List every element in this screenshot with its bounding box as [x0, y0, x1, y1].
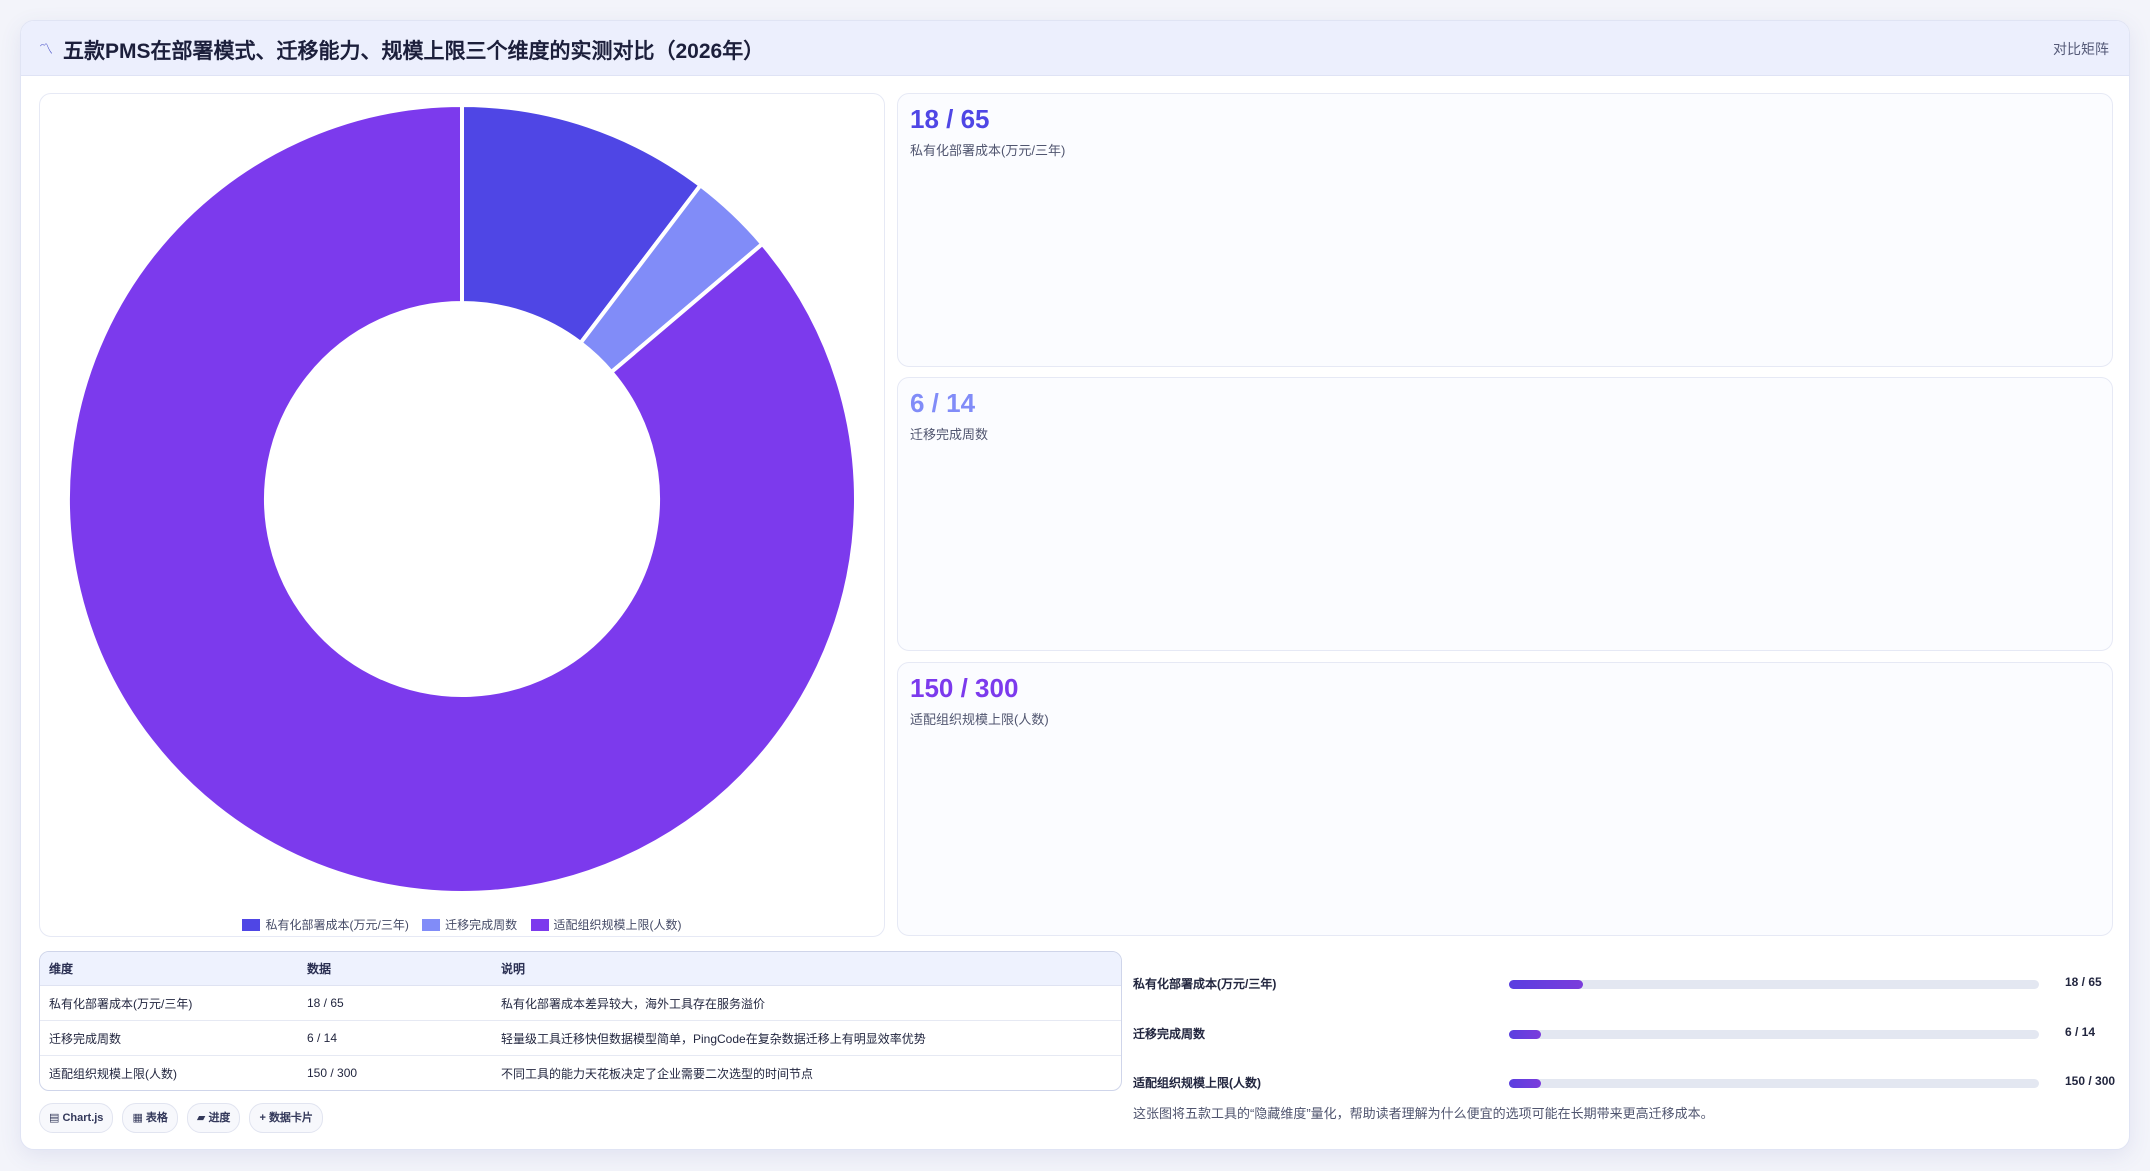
progress-label: 私有化部署成本(万元/三年) [1133, 977, 1277, 991]
chart-legend: 私有化部署成本(万元/三年) 迁移完成周数 适配组织规模上限(人数) [40, 916, 884, 933]
table-row: 适配组织规模上限(人数) 150 / 300 不同工具的能力天花板决定了企业需要… [40, 1056, 1121, 1091]
progress-value: 18 / 65 [2065, 975, 2102, 989]
chip-table[interactable]: ▦ 表格 [122, 1103, 178, 1133]
legend-item-migration-weeks[interactable]: 迁移完成周数 [422, 916, 517, 933]
chart-logo-icon: 〽 [39, 41, 53, 57]
table-icon: ▦ [132, 1112, 143, 1124]
progress-label: 迁移完成周数 [1133, 1027, 1206, 1041]
chip-progress[interactable]: ▰ 进度 [186, 1103, 241, 1133]
legend-swatch [242, 919, 261, 931]
chip-label: Chart.js [62, 1112, 104, 1124]
stat-value: 6 / 14 [910, 388, 976, 418]
table-header-row: 维度 数据 说明 [40, 952, 1121, 986]
progress-track [1509, 980, 2039, 989]
progress-row-org-size: 适配组织规模上限(人数) 150 / 300 [1133, 1070, 2123, 1094]
progress-fill [1509, 980, 1584, 989]
page-title: 五款PMS在部署模式、迁移能力、规模上限三个维度的实测对比（2026年） [63, 40, 765, 63]
table-header-dimension: 维度 [40, 952, 298, 986]
stat-value: 150 / 300 [910, 673, 1019, 703]
chip-label: 数据卡片 [268, 1112, 313, 1124]
progress-track [1509, 1079, 2039, 1088]
progress-icon: ▰ [196, 1112, 206, 1124]
stat-label: 私有化部署成本(万元/三年) [910, 143, 1066, 158]
data-table-card: 维度 数据 说明 私有化部署成本(万元/三年) 18 / 65 私有化部署成本差… [39, 951, 1122, 1091]
progress-track [1509, 1030, 2039, 1039]
chart-note: 这张图将五款工具的“隐藏维度”量化，帮助读者理解为什么便宜的选项可能在长期带来更… [1133, 1106, 1714, 1121]
stat-label: 迁移完成周数 [910, 427, 989, 442]
table-cell-dimension: 迁移完成周数 [40, 1020, 298, 1056]
stat-card-deploy-cost: 18 / 65 私有化部署成本(万元/三年) [897, 93, 2113, 367]
table-cell-description: 轻量级工具迁移快但数据模型简单，PingCode在复杂数据迁移上有明显效率优势 [492, 1020, 1121, 1056]
table-cell-data: 18 / 65 [298, 985, 492, 1021]
dashboard-panel: 〽 五款PMS在部署模式、迁移能力、规模上限三个维度的实测对比（2026年） 对… [20, 20, 2130, 1150]
table-cell-dimension: 私有化部署成本(万元/三年) [40, 985, 298, 1021]
legend-label: 私有化部署成本(万元/三年) [265, 918, 409, 932]
stat-card-migration-weeks: 6 / 14 迁移完成周数 [897, 377, 2113, 651]
table-cell-description: 不同工具的能力天花板决定了企业需要二次选型的时间节点 [501, 1066, 814, 1081]
stat-label: 适配组织规模上限(人数) [910, 712, 1049, 727]
stat-value: 18 / 65 [910, 104, 990, 134]
chip-label: 进度 [208, 1112, 231, 1124]
legend-item-deploy-cost[interactable]: 私有化部署成本(万元/三年) [242, 916, 409, 933]
progress-fill [1509, 1079, 1541, 1088]
plus-icon: + [259, 1112, 266, 1124]
view-chips: ▤ Chart.js ▦ 表格 ▰ 进度 + 数据卡片 [39, 1103, 332, 1133]
progress-value: 6 / 14 [2065, 1025, 2096, 1039]
chip-data-card[interactable]: + 数据卡片 [249, 1103, 323, 1133]
chip-label: 表格 [145, 1112, 168, 1124]
compare-matrix-button[interactable]: 对比矩阵 [2053, 39, 2109, 59]
table-cell-dimension: 适配组织规模上限(人数) [49, 1066, 177, 1081]
table-row: 迁移完成周数 6 / 14 轻量级工具迁移快但数据模型简单，PingCode在复… [40, 1020, 1121, 1056]
data-table: 维度 数据 说明 私有化部署成本(万元/三年) 18 / 65 私有化部署成本差… [40, 952, 1121, 1090]
progress-label: 适配组织规模上限(人数) [1133, 1076, 1261, 1090]
legend-swatch [530, 919, 549, 931]
table-header-description: 说明 [492, 952, 1121, 986]
table-cell-data: 6 / 14 [298, 1020, 492, 1056]
table-cell-data: 150 / 300 [307, 1066, 358, 1080]
table-header-data: 数据 [298, 952, 492, 986]
progress-fill [1509, 1030, 1541, 1039]
progress-row-deploy-cost: 私有化部署成本(万元/三年) 18 / 65 [1133, 971, 2123, 995]
progress-value: 150 / 300 [2065, 1074, 2116, 1088]
table-row: 私有化部署成本(万元/三年) 18 / 65 私有化部署成本差异较大，海外工具存… [40, 985, 1121, 1021]
donut-chart-card: 私有化部署成本(万元/三年) 迁移完成周数 适配组织规模上限(人数) [39, 93, 885, 937]
panel-header: 〽 五款PMS在部署模式、迁移能力、规模上限三个维度的实测对比（2026年） 对… [21, 21, 2129, 76]
legend-label: 迁移完成周数 [445, 918, 518, 932]
donut-chart [66, 102, 858, 895]
stat-card-org-size: 150 / 300 适配组织规模上限(人数) [897, 662, 2113, 936]
legend-label: 适配组织规模上限(人数) [553, 918, 682, 932]
table-cell-description: 私有化部署成本差异较大，海外工具存在服务溢价 [492, 985, 1121, 1021]
legend-item-org-size[interactable]: 适配组织规模上限(人数) [530, 916, 682, 933]
progress-row-migration-weeks: 迁移完成周数 6 / 14 [1133, 1021, 2123, 1045]
chip-chartjs[interactable]: ▤ Chart.js [39, 1103, 114, 1133]
chart-icon: ▤ [49, 1112, 60, 1124]
legend-swatch [422, 919, 441, 931]
